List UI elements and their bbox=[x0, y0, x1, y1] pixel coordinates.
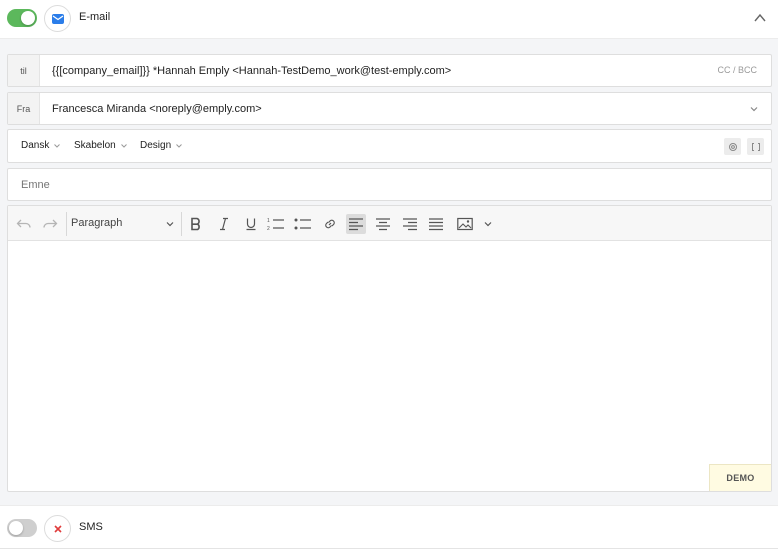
bracket-icon bbox=[751, 142, 760, 151]
to-field[interactable]: {{[company_email]}} *Hannah Emply <Hanna… bbox=[40, 65, 451, 77]
email-section-title: E-mail bbox=[79, 11, 111, 23]
cc-bcc-link[interactable]: CC / BCC bbox=[717, 65, 757, 75]
close-icon bbox=[44, 515, 71, 542]
chevron-down-icon[interactable] bbox=[165, 219, 175, 229]
at-icon bbox=[728, 142, 737, 151]
align-right-icon[interactable] bbox=[400, 214, 420, 234]
design-label: Design bbox=[140, 140, 172, 151]
options-row: Dansk Skabelon Design bbox=[7, 129, 772, 163]
editor-content-area[interactable] bbox=[8, 242, 771, 464]
redo-icon[interactable] bbox=[40, 214, 60, 234]
merge-field-button[interactable] bbox=[747, 138, 764, 155]
svg-text:1: 1 bbox=[267, 218, 270, 224]
chevron-down-icon bbox=[54, 143, 61, 148]
chevron-down-icon[interactable] bbox=[749, 104, 759, 114]
align-center-icon[interactable] bbox=[373, 214, 393, 234]
italic-icon[interactable] bbox=[214, 214, 234, 234]
to-label: til bbox=[8, 55, 40, 86]
subject-row bbox=[7, 168, 772, 201]
email-toggle[interactable] bbox=[7, 9, 37, 27]
chevron-down-icon bbox=[176, 143, 182, 148]
design-dropdown[interactable]: Design bbox=[140, 140, 183, 151]
language-label: Dansk bbox=[21, 140, 50, 151]
attachment-button[interactable] bbox=[724, 138, 741, 155]
image-icon[interactable] bbox=[455, 214, 475, 234]
toggle-knob bbox=[9, 521, 23, 535]
envelope-icon bbox=[44, 5, 71, 32]
subject-input[interactable] bbox=[21, 179, 721, 191]
from-select[interactable]: Francesca Miranda <noreply@emply.com> bbox=[40, 103, 262, 115]
svg-text:2: 2 bbox=[267, 226, 270, 231]
sms-section-title: SMS bbox=[79, 521, 103, 533]
from-row: Fra Francesca Miranda <noreply@emply.com… bbox=[7, 92, 772, 125]
template-dropdown[interactable]: Skabelon bbox=[74, 140, 128, 151]
align-justify-icon[interactable] bbox=[426, 214, 446, 234]
chevron-down-icon[interactable] bbox=[478, 214, 498, 234]
chevron-down-icon bbox=[120, 143, 127, 148]
align-left-icon[interactable] bbox=[346, 214, 366, 234]
toggle-knob bbox=[21, 11, 35, 25]
bottom-divider bbox=[0, 548, 778, 549]
chevron-up-icon[interactable] bbox=[752, 10, 768, 26]
sms-section-header: SMS bbox=[0, 510, 778, 546]
template-label: Skabelon bbox=[74, 140, 116, 151]
rich-text-editor: Paragraph 12 DEMO bbox=[7, 205, 772, 492]
language-dropdown[interactable]: Dansk bbox=[21, 140, 61, 151]
undo-icon[interactable] bbox=[14, 214, 34, 234]
underline-icon[interactable] bbox=[241, 214, 261, 234]
numbered-list-icon[interactable]: 12 bbox=[266, 214, 286, 234]
demo-badge: DEMO bbox=[709, 464, 771, 491]
link-icon[interactable] bbox=[320, 214, 340, 234]
email-section-header: E-mail bbox=[0, 0, 778, 36]
bullet-list-icon[interactable] bbox=[293, 214, 313, 234]
sms-toggle[interactable] bbox=[7, 519, 37, 537]
editor-toolbar: Paragraph 12 bbox=[8, 206, 771, 241]
bold-icon[interactable] bbox=[186, 214, 206, 234]
toolbar-divider bbox=[181, 212, 182, 236]
toolbar-divider bbox=[66, 212, 67, 236]
from-label: Fra bbox=[8, 93, 40, 124]
to-row: til {{[company_email]}} *Hannah Emply <H… bbox=[7, 54, 772, 87]
